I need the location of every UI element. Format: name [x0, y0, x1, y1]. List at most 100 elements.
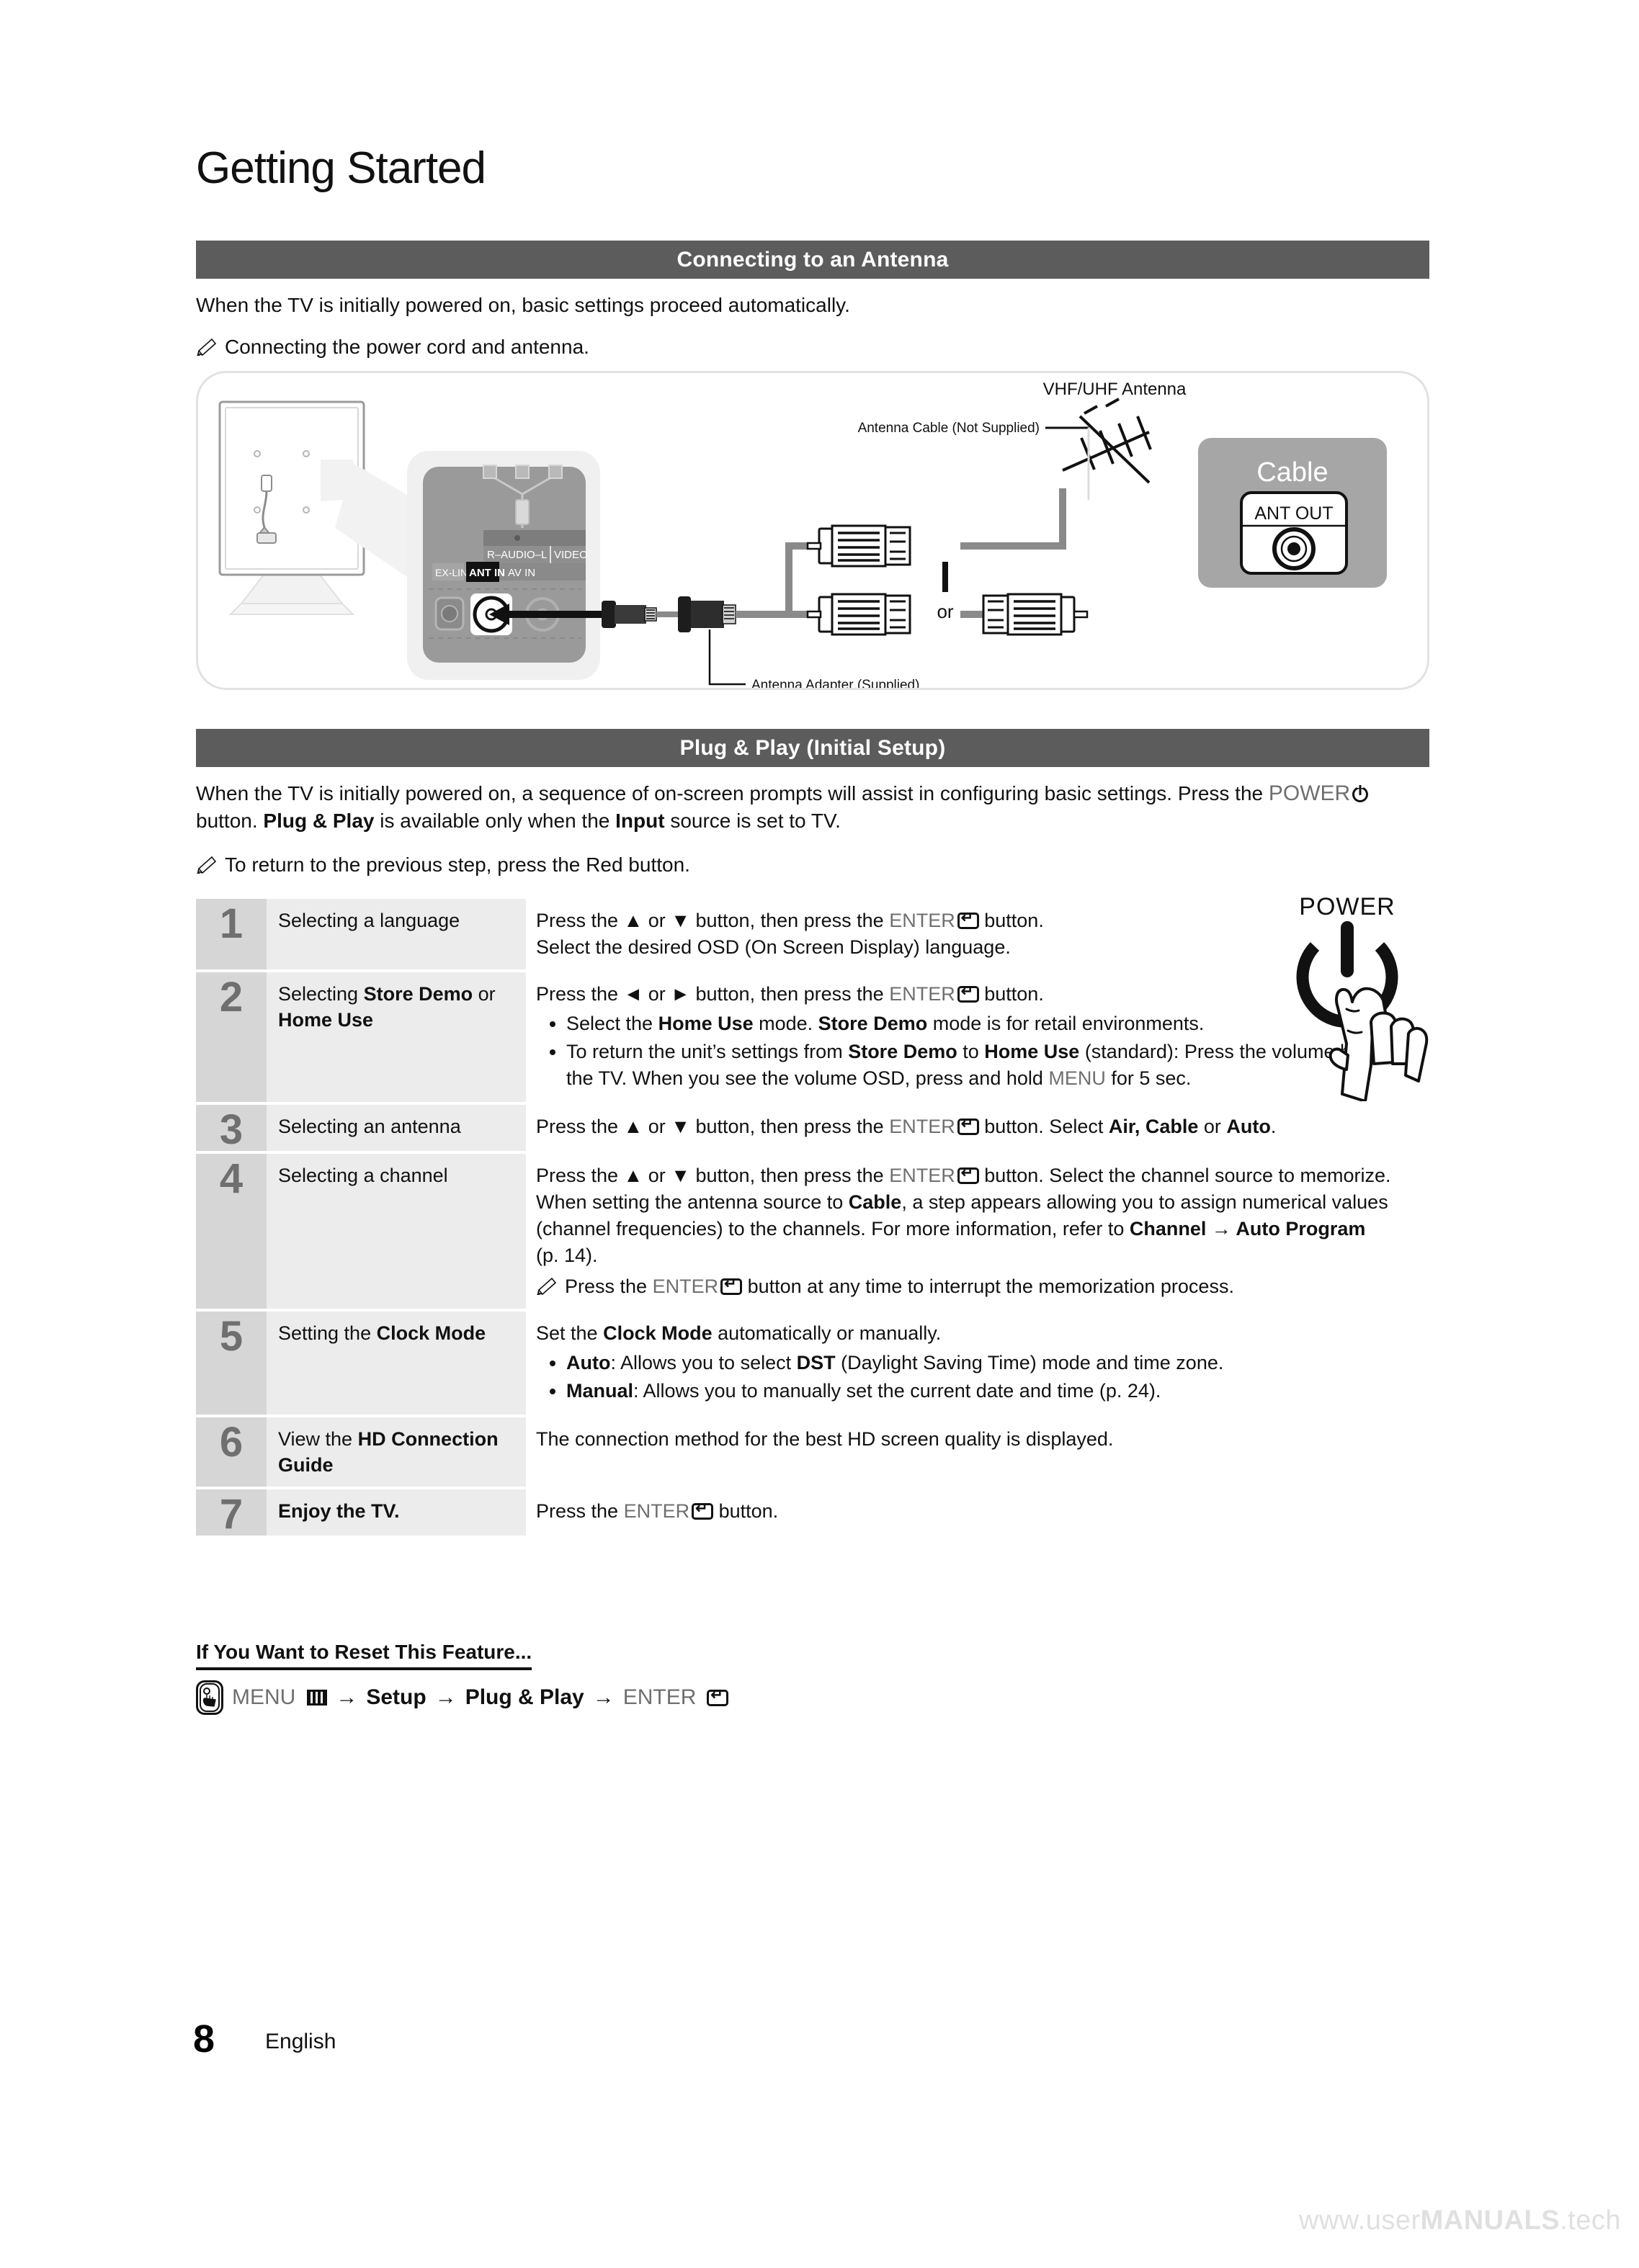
antenna-adapter-label: Antenna Adapter (Supplied)	[751, 678, 919, 688]
cable-box: Cable ANT OUT	[1198, 438, 1387, 588]
coax-connector-bottom-right	[982, 593, 1089, 636]
input-bold-term: Input	[615, 810, 665, 832]
pencil-note-icon	[536, 1276, 558, 1295]
step-label-text: Selecting a channel	[278, 1165, 448, 1186]
step-desc-part-a: Press the ▲ or ▼ button, then press the	[536, 1116, 884, 1137]
watermark-suffix: .tech	[1560, 2205, 1621, 2236]
antenna-adapter-plug	[602, 601, 678, 628]
coax-connector-bottom-left	[806, 593, 911, 636]
step-label-text: Selecting a language	[278, 910, 460, 931]
step-desc-part-b: button.	[984, 983, 1044, 1005]
arrow-1: →	[336, 1685, 358, 1709]
enter-label: ENTER	[652, 1276, 719, 1297]
step-description: Press the ▲ or ▼ button, then press the …	[526, 1154, 1429, 1309]
list-item: Manual: Allows you to manually set the c…	[566, 1378, 1429, 1404]
svg-text:AV IN: AV IN	[508, 567, 535, 579]
watermark-prefix: www.user	[1298, 2205, 1421, 2236]
page-language: English	[265, 2030, 336, 2053]
antenna-note-text: Connecting the power cord and antenna.	[225, 336, 589, 358]
table-row: 5 Setting the Clock Mode Set the Clock M…	[196, 1312, 1429, 1415]
step-label-text2: or	[473, 983, 496, 1005]
subnote-part-b: button at any time to interrupt the memo…	[747, 1276, 1234, 1297]
step-desc-part-a: Press the ◄ or ► button, then press the	[536, 983, 884, 1005]
step-desc-part-b: button.	[984, 910, 1044, 931]
step-label-text: Selecting an antenna	[278, 1116, 461, 1137]
subnote-part-a: Press the	[565, 1276, 648, 1297]
svg-text:ANT IN: ANT IN	[469, 567, 505, 579]
list-item: Auto: Allows you to select DST (Daylight…	[566, 1350, 1429, 1376]
svg-text:VIDEO: VIDEO	[554, 549, 588, 561]
step-description: Set the Clock Mode automatically or manu…	[526, 1312, 1429, 1415]
step-label: Selecting a language	[267, 899, 526, 969]
table-row: 6 View the HD Connection Guide The conne…	[196, 1417, 1429, 1487]
step-label-bold: Store Demo	[363, 983, 473, 1005]
plug-play-bold-term: Plug & Play	[263, 810, 375, 832]
plug-play-steps-table: 1 Selecting a language Press the ▲ or ▼ …	[196, 899, 1429, 1538]
vhf-uhf-antenna-label: VHF/UHF Antenna	[1043, 380, 1187, 399]
menu-grid-icon	[307, 1690, 328, 1706]
section-header-connecting-antenna: Connecting to an Antenna	[196, 241, 1429, 279]
step-label-bold: Enjoy the TV.	[278, 1500, 400, 1522]
plug-play-note-text: To return to the previous step, press th…	[225, 853, 690, 876]
cable-box-title: Cable	[1256, 457, 1328, 488]
step-description: Press the ▲ or ▼ button, then press the …	[526, 1105, 1429, 1151]
section-header-plug-play: Plug & Play (Initial Setup)	[196, 729, 1429, 767]
site-watermark: www.userMANUALS.tech	[1299, 2205, 1621, 2236]
plug-play-intro-text: When the TV is initially powered on, a s…	[196, 780, 1432, 835]
enter-key-icon	[692, 1500, 714, 1520]
step-label-text: View the	[278, 1428, 358, 1450]
pencil-note-icon	[196, 854, 218, 874]
enter-label: ENTER	[889, 910, 955, 931]
step-desc-part-b: button.	[718, 1500, 779, 1522]
page-number: 8	[193, 2017, 215, 2061]
enter-label: ENTER	[623, 1500, 690, 1522]
step-number: 6	[196, 1417, 267, 1487]
enter-key-icon	[720, 1276, 743, 1295]
plug-play-note-row: To return to the previous step, press th…	[196, 851, 1421, 879]
document-page: Getting Started Connecting to an Antenna…	[0, 0, 1639, 2268]
table-row: 7 Enjoy the TV. Press the ENTER button.	[196, 1489, 1429, 1536]
antenna-cable-label: Antenna Cable (Not Supplied)	[858, 421, 1040, 436]
table-row: 4 Selecting a channel Press the ▲ or ▼ b…	[196, 1154, 1429, 1309]
cable-box-port-label: ANT OUT	[1254, 503, 1333, 524]
step-desc-part-a: Press the ▲ or ▼ button, then press the	[536, 910, 884, 931]
power-button-illustration: POWER	[1254, 893, 1441, 1105]
setup-label: Setup	[366, 1685, 427, 1709]
step-label: Enjoy the TV.	[267, 1489, 526, 1536]
antenna-note-row: Connecting the power cord and antenna.	[196, 333, 1421, 361]
table-row: 1 Selecting a language Press the ▲ or ▼ …	[196, 899, 1429, 969]
table-row: 2 Selecting Store Demo or Home Use Press…	[196, 972, 1429, 1102]
antenna-connection-diagram: R–AUDIO–L VIDEO AV IN EX-LINK ANT IN or …	[196, 371, 1429, 693]
enter-key-icon	[957, 983, 979, 1003]
enter-key-icon	[957, 1116, 979, 1135]
enter-key-icon	[957, 910, 979, 929]
svg-text:R–AUDIO–L: R–AUDIO–L	[487, 549, 547, 561]
enter-label: ENTER	[889, 1165, 955, 1186]
table-row: 3 Selecting an antenna Press the ▲ or ▼ …	[196, 1105, 1429, 1151]
arrow-2: →	[434, 1685, 457, 1709]
coax-connector-top	[806, 524, 911, 568]
step-subnote: Press the ENTER button at any time to in…	[536, 1273, 1429, 1300]
vhf-uhf-antenna-icon	[1062, 398, 1152, 484]
hand-press-button-icon	[196, 1680, 223, 1715]
step-number: 7	[196, 1489, 267, 1536]
step-desc-line1: The connection method for the best HD sc…	[536, 1428, 1114, 1450]
step-label-text: Setting the	[278, 1322, 377, 1344]
step-description: The connection method for the best HD sc…	[526, 1417, 1429, 1487]
power-symbol-icon	[1352, 786, 1369, 802]
step-number: 1	[196, 899, 267, 969]
step-label: Setting the Clock Mode	[267, 1312, 526, 1415]
step-label-bold: Clock Mode	[376, 1322, 486, 1344]
tv-connector-panel: R–AUDIO–L VIDEO AV IN EX-LINK ANT IN	[407, 451, 602, 680]
step-label-text: Selecting	[278, 983, 364, 1005]
step-label: Selecting a channel	[267, 1154, 526, 1309]
step-label: Selecting an antenna	[267, 1105, 526, 1151]
antenna-diagram-svg: R–AUDIO–L VIDEO AV IN EX-LINK ANT IN or …	[218, 380, 1387, 693]
plug-play-intro-line3: is available only when the	[380, 810, 610, 832]
arrow-3: →	[592, 1685, 615, 1709]
plug-play-intro-line4: source is set to TV.	[670, 810, 841, 832]
step-number: 2	[196, 972, 267, 1102]
step-description: Press the ENTER button.	[526, 1489, 1429, 1536]
step-desc-part-a: Press the ▲ or ▼ button, then press the	[536, 1165, 884, 1186]
power-hand-icon	[1296, 921, 1429, 1103]
